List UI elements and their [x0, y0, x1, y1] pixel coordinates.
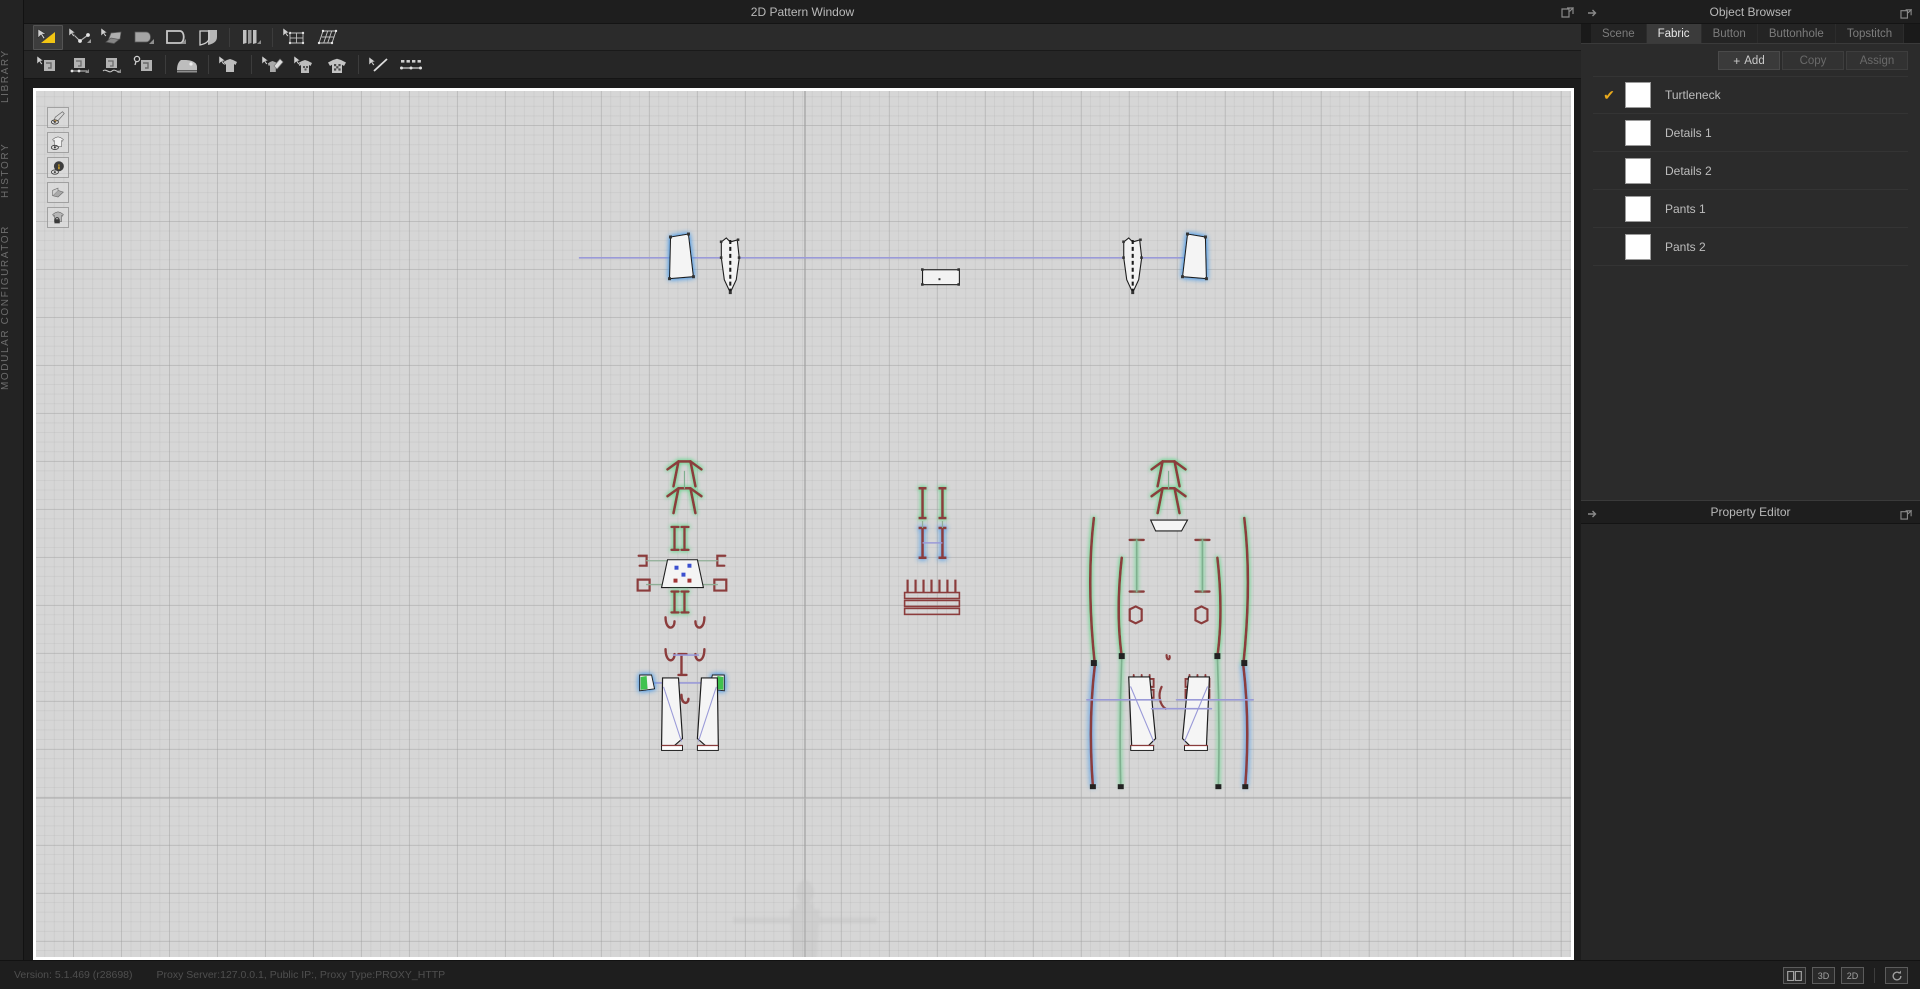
object-browser-tabs: Scene Fabric Button Buttonhole Topstitch [1581, 24, 1920, 44]
fabric-list-item[interactable]: Pants 2 [1593, 228, 1908, 266]
copy-fabric-button[interactable]: Copy [1782, 51, 1844, 70]
fabric-name: Pants 2 [1665, 239, 1706, 254]
float-window-icon[interactable] [1900, 507, 1913, 520]
edit-point-tool[interactable] [65, 25, 95, 50]
status-bar-buttons: 3D 2D [1783, 961, 1908, 989]
segment-sewing-tool[interactable] [33, 52, 63, 77]
tab-fabric[interactable]: Fabric [1646, 24, 1702, 43]
view-3d-label: 3D [1817, 970, 1830, 981]
assign-fabric-button[interactable]: Assign [1846, 51, 1908, 70]
fabric-name: Details 2 [1665, 163, 1712, 178]
create-pattern-tool[interactable] [161, 25, 191, 50]
edit-curve-tool[interactable] [97, 25, 127, 50]
view-2d-button[interactable]: 2D [1841, 967, 1864, 984]
fabric-name: Turtleneck [1665, 88, 1721, 102]
fabric-color-swatch[interactable] [1625, 195, 1651, 222]
pleat-tool[interactable] [236, 25, 266, 50]
fabric-list-item[interactable]: Details 2 [1593, 152, 1908, 190]
fabric-list: ✔ Turtleneck Details 1 Details 2 Pants 1… [1581, 76, 1920, 266]
toolbar-separator [208, 55, 209, 74]
plus-icon: + [1733, 53, 1741, 68]
pin-arrow-icon[interactable] [1587, 6, 1599, 18]
toolbar-separator [358, 55, 359, 74]
checker-texture-tool[interactable] [322, 52, 352, 77]
tab-button[interactable]: Button [1701, 24, 1758, 43]
measure-tool[interactable] [397, 52, 427, 77]
add-fabric-label: Add [1744, 54, 1765, 67]
fold-icon[interactable] [47, 182, 69, 203]
float-window-icon[interactable] [1900, 6, 1913, 19]
copy-fabric-label: Copy [1799, 54, 1827, 67]
fabric-list-item[interactable]: ✔ Turtleneck [1593, 76, 1908, 114]
mesh-grid-tool[interactable] [311, 25, 341, 50]
pattern-toolbar-primary [24, 24, 1581, 51]
sidebar-tab-modular-configurator[interactable]: MODULAR CONFIGURATOR [0, 218, 24, 398]
object-browser-header: Object Browser [1581, 0, 1920, 24]
sidebar-tab-history[interactable]: HISTORY [0, 130, 24, 210]
left-tab-rail: LIBRARY HISTORY MODULAR CONFIGURATOR [0, 0, 24, 989]
avatar-silhouette [733, 880, 877, 957]
pattern-canvas[interactable] [36, 91, 1571, 957]
view-2d-label: 2D [1846, 970, 1859, 981]
status-bar: Version: 5.1.469 (r28698) Proxy Server:1… [0, 960, 1920, 989]
sidebar-tab-library[interactable]: LIBRARY [0, 36, 24, 116]
fabric-paint-tool[interactable] [258, 52, 288, 77]
texture-shirt-tool[interactable] [290, 52, 320, 77]
edit-mesh-tool[interactable] [279, 25, 309, 50]
window-title-bar: 2D Pattern Window [24, 0, 1581, 24]
pin-arrow-icon[interactable] [1587, 507, 1599, 519]
add-fabric-button[interactable]: + Add [1718, 51, 1780, 70]
proxy-label: Proxy Server:127.0.0.1, Public IP:, Prox… [156, 969, 446, 981]
shirt-lock-icon[interactable] [47, 207, 69, 228]
steam-press-tool[interactable] [172, 52, 202, 77]
m-n-sewing-tool[interactable] [97, 52, 127, 77]
property-editor-body [1581, 524, 1920, 984]
view-3d-button[interactable]: 3D [1812, 967, 1835, 984]
check-sewing-tool[interactable] [129, 52, 159, 77]
version-label: Version: 5.1.469 (r28698) [14, 969, 133, 981]
info-eye-icon[interactable] [47, 157, 69, 178]
property-editor-header: Property Editor [1581, 500, 1920, 524]
toolbar-separator [251, 55, 252, 74]
fabric-color-swatch[interactable] [1625, 119, 1651, 146]
line-tool[interactable] [365, 52, 395, 77]
fabric-color-swatch[interactable] [1625, 82, 1651, 108]
pen-eye-icon[interactable] [47, 107, 69, 128]
status-bar-divider [1874, 968, 1875, 983]
pattern-pieces-layer [36, 91, 1571, 957]
property-editor-title: Property Editor [1710, 505, 1791, 519]
fabric-color-swatch[interactable] [1625, 157, 1651, 184]
internal-shape-tool[interactable] [193, 25, 223, 50]
pattern-toolbar-secondary [24, 51, 1581, 79]
fabric-name: Details 1 [1665, 125, 1712, 140]
polygon-tool[interactable] [129, 25, 159, 50]
pattern-canvas-frame [33, 88, 1574, 960]
assign-fabric-label: Assign [1859, 54, 1895, 67]
fabric-action-bar: + Add Copy Assign [1581, 44, 1920, 76]
canvas-view-toggle-group [47, 107, 69, 228]
fabric-list-item[interactable]: Pants 1 [1593, 190, 1908, 228]
arrange-garment-tool[interactable] [215, 52, 245, 77]
object-browser-title: Object Browser [1709, 4, 1792, 19]
toolbar-separator [229, 27, 230, 47]
fabric-list-item[interactable]: Details 1 [1593, 114, 1908, 152]
tab-topstitch[interactable]: Topstitch [1835, 24, 1905, 43]
page-title: 2D Pattern Window [750, 4, 855, 19]
fabric-checkmark-icon[interactable]: ✔ [1593, 87, 1625, 104]
fabric-name: Pants 1 [1665, 201, 1706, 216]
fabric-color-swatch[interactable] [1625, 233, 1651, 260]
refresh-button[interactable] [1885, 967, 1908, 984]
float-window-icon[interactable] [1561, 5, 1575, 18]
tab-buttonhole[interactable]: Buttonhole [1757, 24, 1836, 43]
free-sewing-tool[interactable] [65, 52, 95, 77]
toolbar-separator [165, 55, 166, 74]
transform-pattern-tool[interactable] [33, 24, 63, 50]
split-view-button[interactable] [1783, 967, 1806, 984]
application-window: LIBRARY HISTORY MODULAR CONFIGURATOR 2D … [0, 0, 1920, 989]
toolbar-separator [272, 27, 273, 47]
shirt-eye-icon[interactable] [47, 132, 69, 153]
object-browser-body: + Add Copy Assign ✔ Turtleneck Details 1… [1581, 44, 1920, 500]
right-dock: Object Browser Scene Fabric Button Butto… [1581, 0, 1920, 989]
tab-scene[interactable]: Scene [1591, 24, 1647, 43]
